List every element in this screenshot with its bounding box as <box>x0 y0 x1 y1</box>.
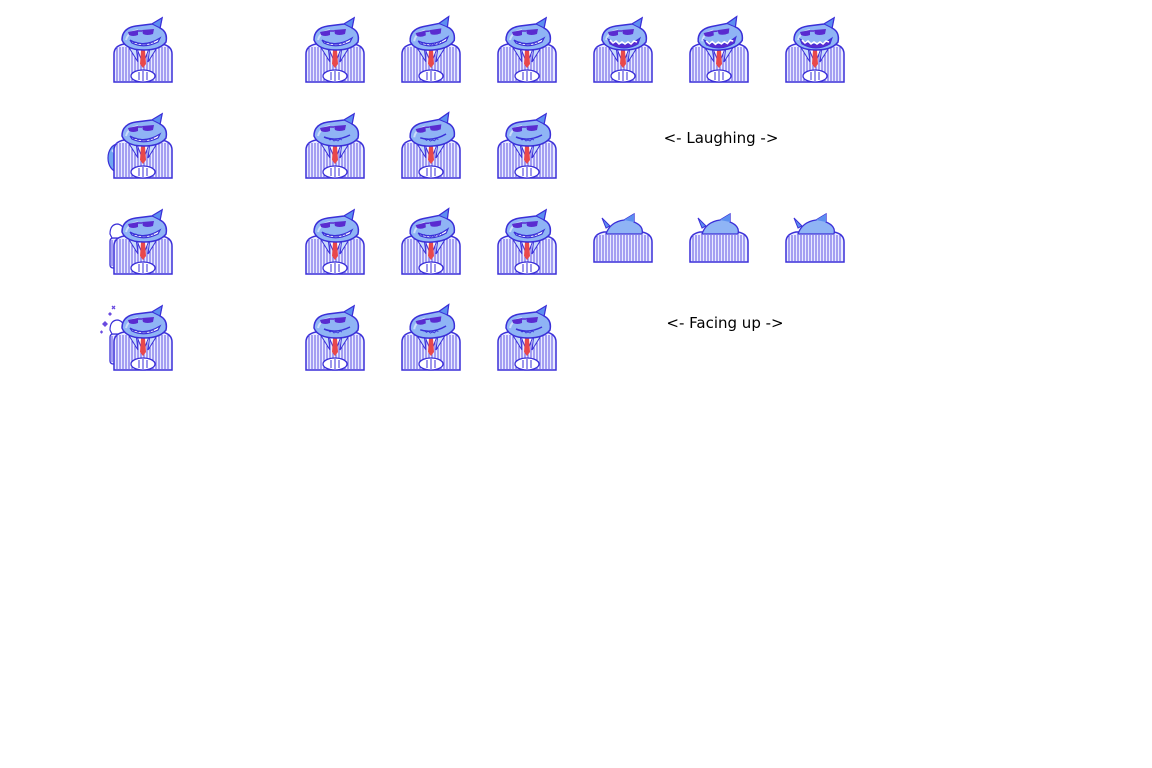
shark-laugh-frame-2-icon <box>684 15 754 86</box>
facing-up-label: <- Facing up -> <box>666 314 784 332</box>
shark-portrait-sparkle-icon <box>100 304 178 374</box>
shark-facing-up-frame-1-icon <box>588 212 658 278</box>
sprite-sheet <box>0 0 1152 768</box>
shark-look-frame-1-icon <box>300 304 370 374</box>
shark-portrait-blue-effect-icon <box>107 112 178 182</box>
shark-portrait-raised-hand-icon <box>108 208 178 278</box>
shark-facing-up-frame-2-icon <box>684 212 754 278</box>
shark-laugh-frame-1-icon <box>588 16 658 86</box>
shark-portrait-idle-icon <box>108 16 178 86</box>
shark-smirk-frame-1-icon <box>300 112 370 182</box>
shark-smirk-frame-2-icon <box>396 111 466 182</box>
shark-grin-frame-3-icon <box>492 208 562 278</box>
shark-talk-frame-2-icon <box>396 15 466 86</box>
shark-smirk-frame-3-icon <box>492 112 562 182</box>
shark-facing-up-frame-3-icon <box>780 212 850 278</box>
shark-grin-frame-2-icon <box>396 207 466 278</box>
shark-look-frame-2-icon <box>396 303 466 374</box>
shark-talk-frame-3-icon <box>492 16 562 86</box>
shark-grin-frame-1-icon <box>300 208 370 278</box>
shark-talk-frame-1-icon <box>300 16 370 86</box>
shark-laugh-frame-3-icon <box>780 16 850 86</box>
laughing-label: <- Laughing -> <box>663 129 779 147</box>
shark-look-frame-3-icon <box>492 304 562 374</box>
